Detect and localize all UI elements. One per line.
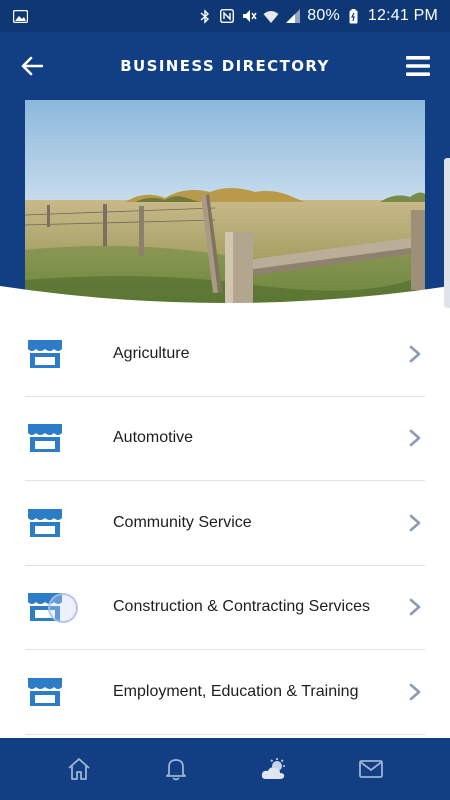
nav-notifications-button[interactable] [156,749,196,789]
home-icon [68,758,90,780]
list-item-automotive[interactable]: Automotive [25,397,425,481]
back-button[interactable] [18,52,46,80]
nav-mail-button[interactable] [351,749,391,789]
bell-icon [166,759,187,781]
list-item-employment[interactable]: Employment, Education & Training [25,650,425,735]
list-item-label: Employment, Education & Training [113,682,359,700]
hero-banner [0,100,450,320]
storefront-icon [25,506,65,540]
page-title: BUSINESS DIRECTORY [120,57,330,75]
storefront-icon [25,675,65,709]
chevron-right-icon [407,682,423,702]
signal-icon [285,8,301,24]
list-item-label: Automotive [113,429,194,447]
list-item-label: Construction & Contracting Services [113,598,370,616]
chevron-right-icon [407,344,423,364]
nfc-icon [219,8,235,24]
image-icon [12,8,28,24]
nav-home-button[interactable] [59,749,99,789]
hamburger-menu-icon [406,56,430,76]
list-item-community-service[interactable]: Community Service [25,481,425,566]
status-time: 12:41 PM [367,7,438,24]
status-bar: 80% 12:41 PM [0,0,450,32]
list-item-construction[interactable]: Construction & Contracting Services [25,566,425,650]
storefront-icon [25,421,65,455]
list-item-agriculture[interactable]: Agriculture [25,312,425,397]
wifi-icon [263,8,279,24]
chevron-right-icon [407,513,423,533]
storefront-icon [25,337,65,371]
category-list: Agriculture Automotive Community Service… [0,312,450,735]
list-item-label: Community Service [113,513,252,531]
bluetooth-icon [197,8,213,24]
bottom-nav [0,738,450,800]
app-header: BUSINESS DIRECTORY [0,32,450,100]
chevron-right-icon [407,597,423,617]
weather-icon [261,758,285,779]
menu-button[interactable] [404,52,432,80]
list-item-label: Agriculture [113,344,190,362]
chevron-right-icon [407,428,423,448]
mute-icon [241,8,257,24]
mail-icon [359,760,384,778]
touch-indicator [48,593,78,623]
scroll-indicator[interactable] [444,158,450,308]
back-arrow-icon [21,56,43,76]
battery-icon [346,8,362,24]
nav-weather-button[interactable] [254,749,294,789]
battery-percent: 80% [307,7,340,24]
